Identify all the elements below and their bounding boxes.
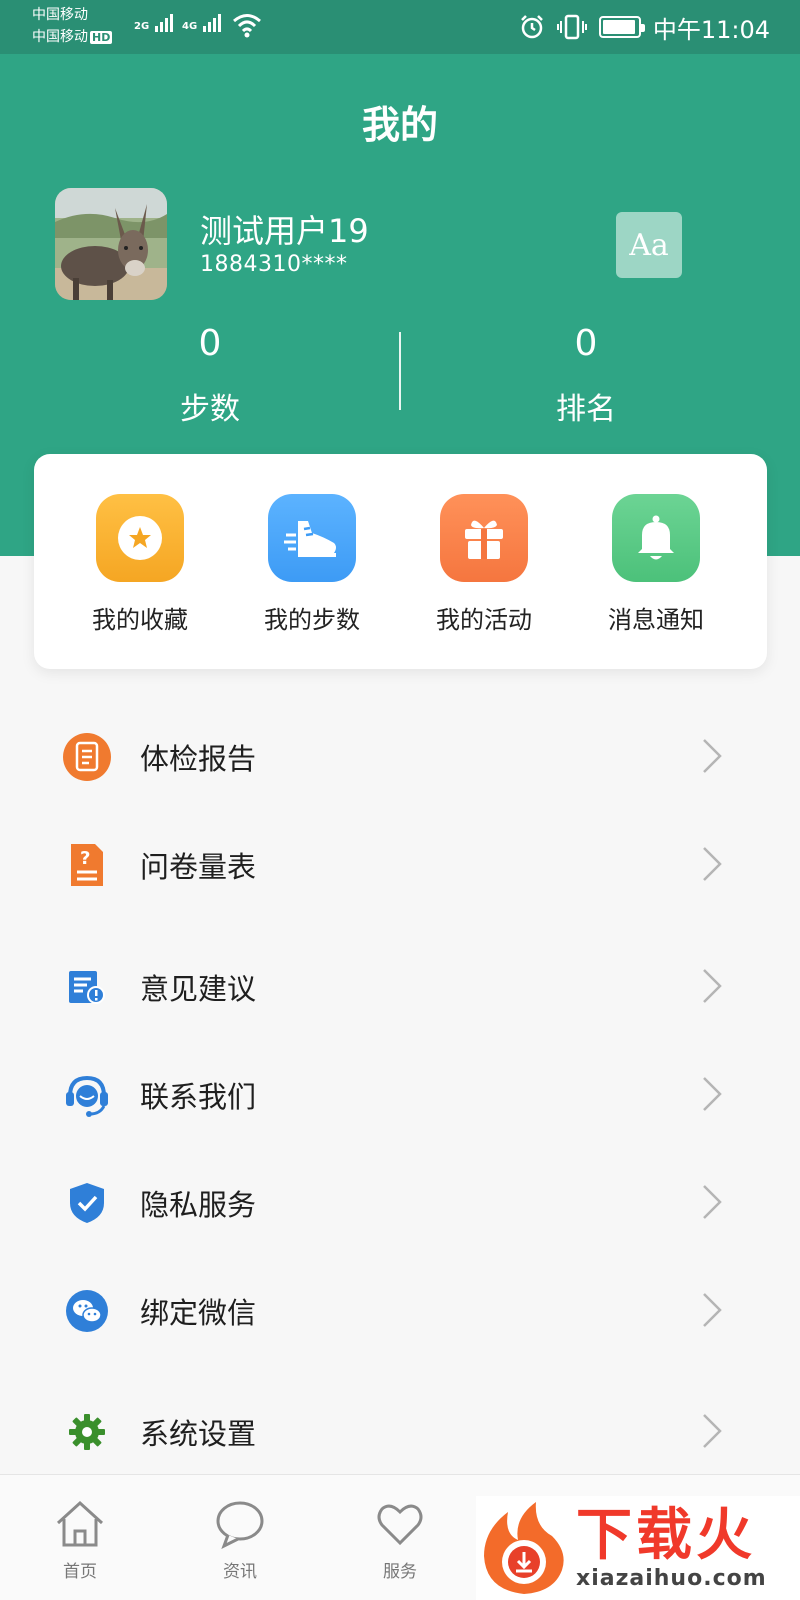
watermark-title: 下载火 [576, 1503, 756, 1568]
menu-item-contact-us[interactable]: 联系我们 [0, 1046, 800, 1142]
svg-text:?: ? [80, 848, 90, 869]
menu-item-questionnaire[interactable]: ? 问卷量表 [0, 816, 800, 912]
watermark: 下载火 xiazaihuo.com [476, 1496, 800, 1600]
hd-badge: HD [90, 31, 113, 44]
star-icon [96, 494, 184, 582]
tab-services-label: 服务 [383, 1562, 417, 1582]
tab-home[interactable]: 首页 [40, 1499, 120, 1582]
tab-news[interactable]: 资讯 [200, 1499, 280, 1582]
home-icon [56, 1500, 104, 1547]
menu-item-feedback[interactable]: 意见建议 [0, 938, 800, 1034]
watermark-url: xiazaihuo.com [576, 1566, 767, 1591]
quick-notifications[interactable]: 消息通知 [570, 494, 742, 635]
gear-icon [62, 1407, 112, 1457]
quick-activities-label: 我的活动 [436, 606, 532, 634]
battery-icon [598, 16, 645, 38]
quick-activities[interactable]: 我的活动 [398, 494, 570, 635]
chevron-right-icon [703, 847, 722, 881]
username: 测试用户19 [200, 212, 369, 250]
bell-icon [612, 494, 700, 582]
report-icon [62, 732, 112, 782]
menu-item-label: 隐私服务 [140, 1188, 257, 1222]
rank-stat[interactable]: 0 排名 [436, 324, 736, 428]
avatar[interactable] [55, 188, 167, 300]
chevron-right-icon [703, 1077, 722, 1111]
menu-item-label: 系统设置 [140, 1417, 257, 1451]
quick-steps-label: 我的步数 [264, 606, 360, 634]
tab-home-label: 首页 [63, 1562, 97, 1582]
phone-number: 1884310**** [200, 252, 348, 277]
menu-item-label: 意见建议 [140, 972, 257, 1006]
wifi-icon [233, 14, 261, 38]
signal-2-icon: 4G [182, 14, 223, 38]
shield-icon [62, 1178, 112, 1228]
chat-bubble-icon [216, 1501, 264, 1550]
stat-divider [399, 332, 401, 410]
carrier-1: 中国移动 [32, 7, 88, 23]
wechat-icon [62, 1286, 112, 1336]
headset-icon [62, 1070, 112, 1120]
steps-label: 步数 [180, 392, 240, 427]
chevron-right-icon [703, 1185, 722, 1219]
rank-value: 0 [574, 323, 598, 364]
quick-favorites[interactable]: 我的收藏 [54, 494, 226, 635]
menu-item-settings[interactable]: 系统设置 [0, 1383, 800, 1479]
gift-icon [440, 494, 528, 582]
menu-item-health-report[interactable]: 体检报告 [0, 708, 800, 804]
status-right: 中午11:04 [519, 10, 770, 44]
steps-value: 0 [198, 323, 222, 364]
menu-item-bind-wechat[interactable]: 绑定微信 [0, 1262, 800, 1358]
menu-item-label: 体检报告 [140, 742, 257, 776]
carrier-2: 中国移动 [32, 29, 88, 45]
questionnaire-icon: ? [62, 840, 112, 890]
tab-services[interactable]: 服务 [360, 1499, 440, 1582]
carrier-info: 中国移动 中国移动 HD [32, 4, 113, 49]
shoe-icon [268, 494, 356, 582]
network-1-label: 2G [134, 21, 150, 32]
steps-stat[interactable]: 0 步数 [60, 324, 360, 428]
tab-news-label: 资讯 [223, 1562, 257, 1582]
chevron-right-icon [703, 739, 722, 773]
quick-actions-card: 我的收藏 我的步数 我的活动 消息通知 [34, 454, 767, 669]
chevron-right-icon [703, 969, 722, 1003]
chevron-right-icon [703, 1293, 722, 1327]
menu-item-label: 联系我们 [140, 1080, 257, 1114]
network-2-label: 4G [182, 21, 198, 32]
profile-screen: 中国移动 中国移动 HD 2G 4G 中午11:04 我的 测试用户19 188… [0, 0, 800, 1600]
page-title: 我的 [361, 103, 438, 147]
quick-notifications-label: 消息通知 [608, 606, 704, 634]
font-size-button[interactable]: Aa [616, 212, 682, 278]
status-time: 中午11:04 [652, 15, 770, 44]
heart-icon [377, 1504, 423, 1546]
rank-label: 排名 [556, 392, 616, 427]
chevron-right-icon [703, 1414, 722, 1448]
status-bar: 中国移动 中国移动 HD 2G 4G 中午11:04 [0, 0, 800, 54]
menu-item-label: 问卷量表 [140, 850, 257, 884]
signal-1-icon: 2G [134, 14, 175, 38]
quick-steps[interactable]: 我的步数 [226, 494, 398, 635]
vibrate-icon [556, 14, 587, 40]
quick-favorites-label: 我的收藏 [92, 606, 188, 634]
donkey-avatar-image [55, 188, 167, 300]
alarm-icon [520, 15, 543, 39]
flame-logo-icon [484, 1502, 564, 1594]
feedback-icon [62, 962, 112, 1012]
menu-item-privacy[interactable]: 隐私服务 [0, 1154, 800, 1250]
menu-item-label: 绑定微信 [140, 1296, 257, 1330]
